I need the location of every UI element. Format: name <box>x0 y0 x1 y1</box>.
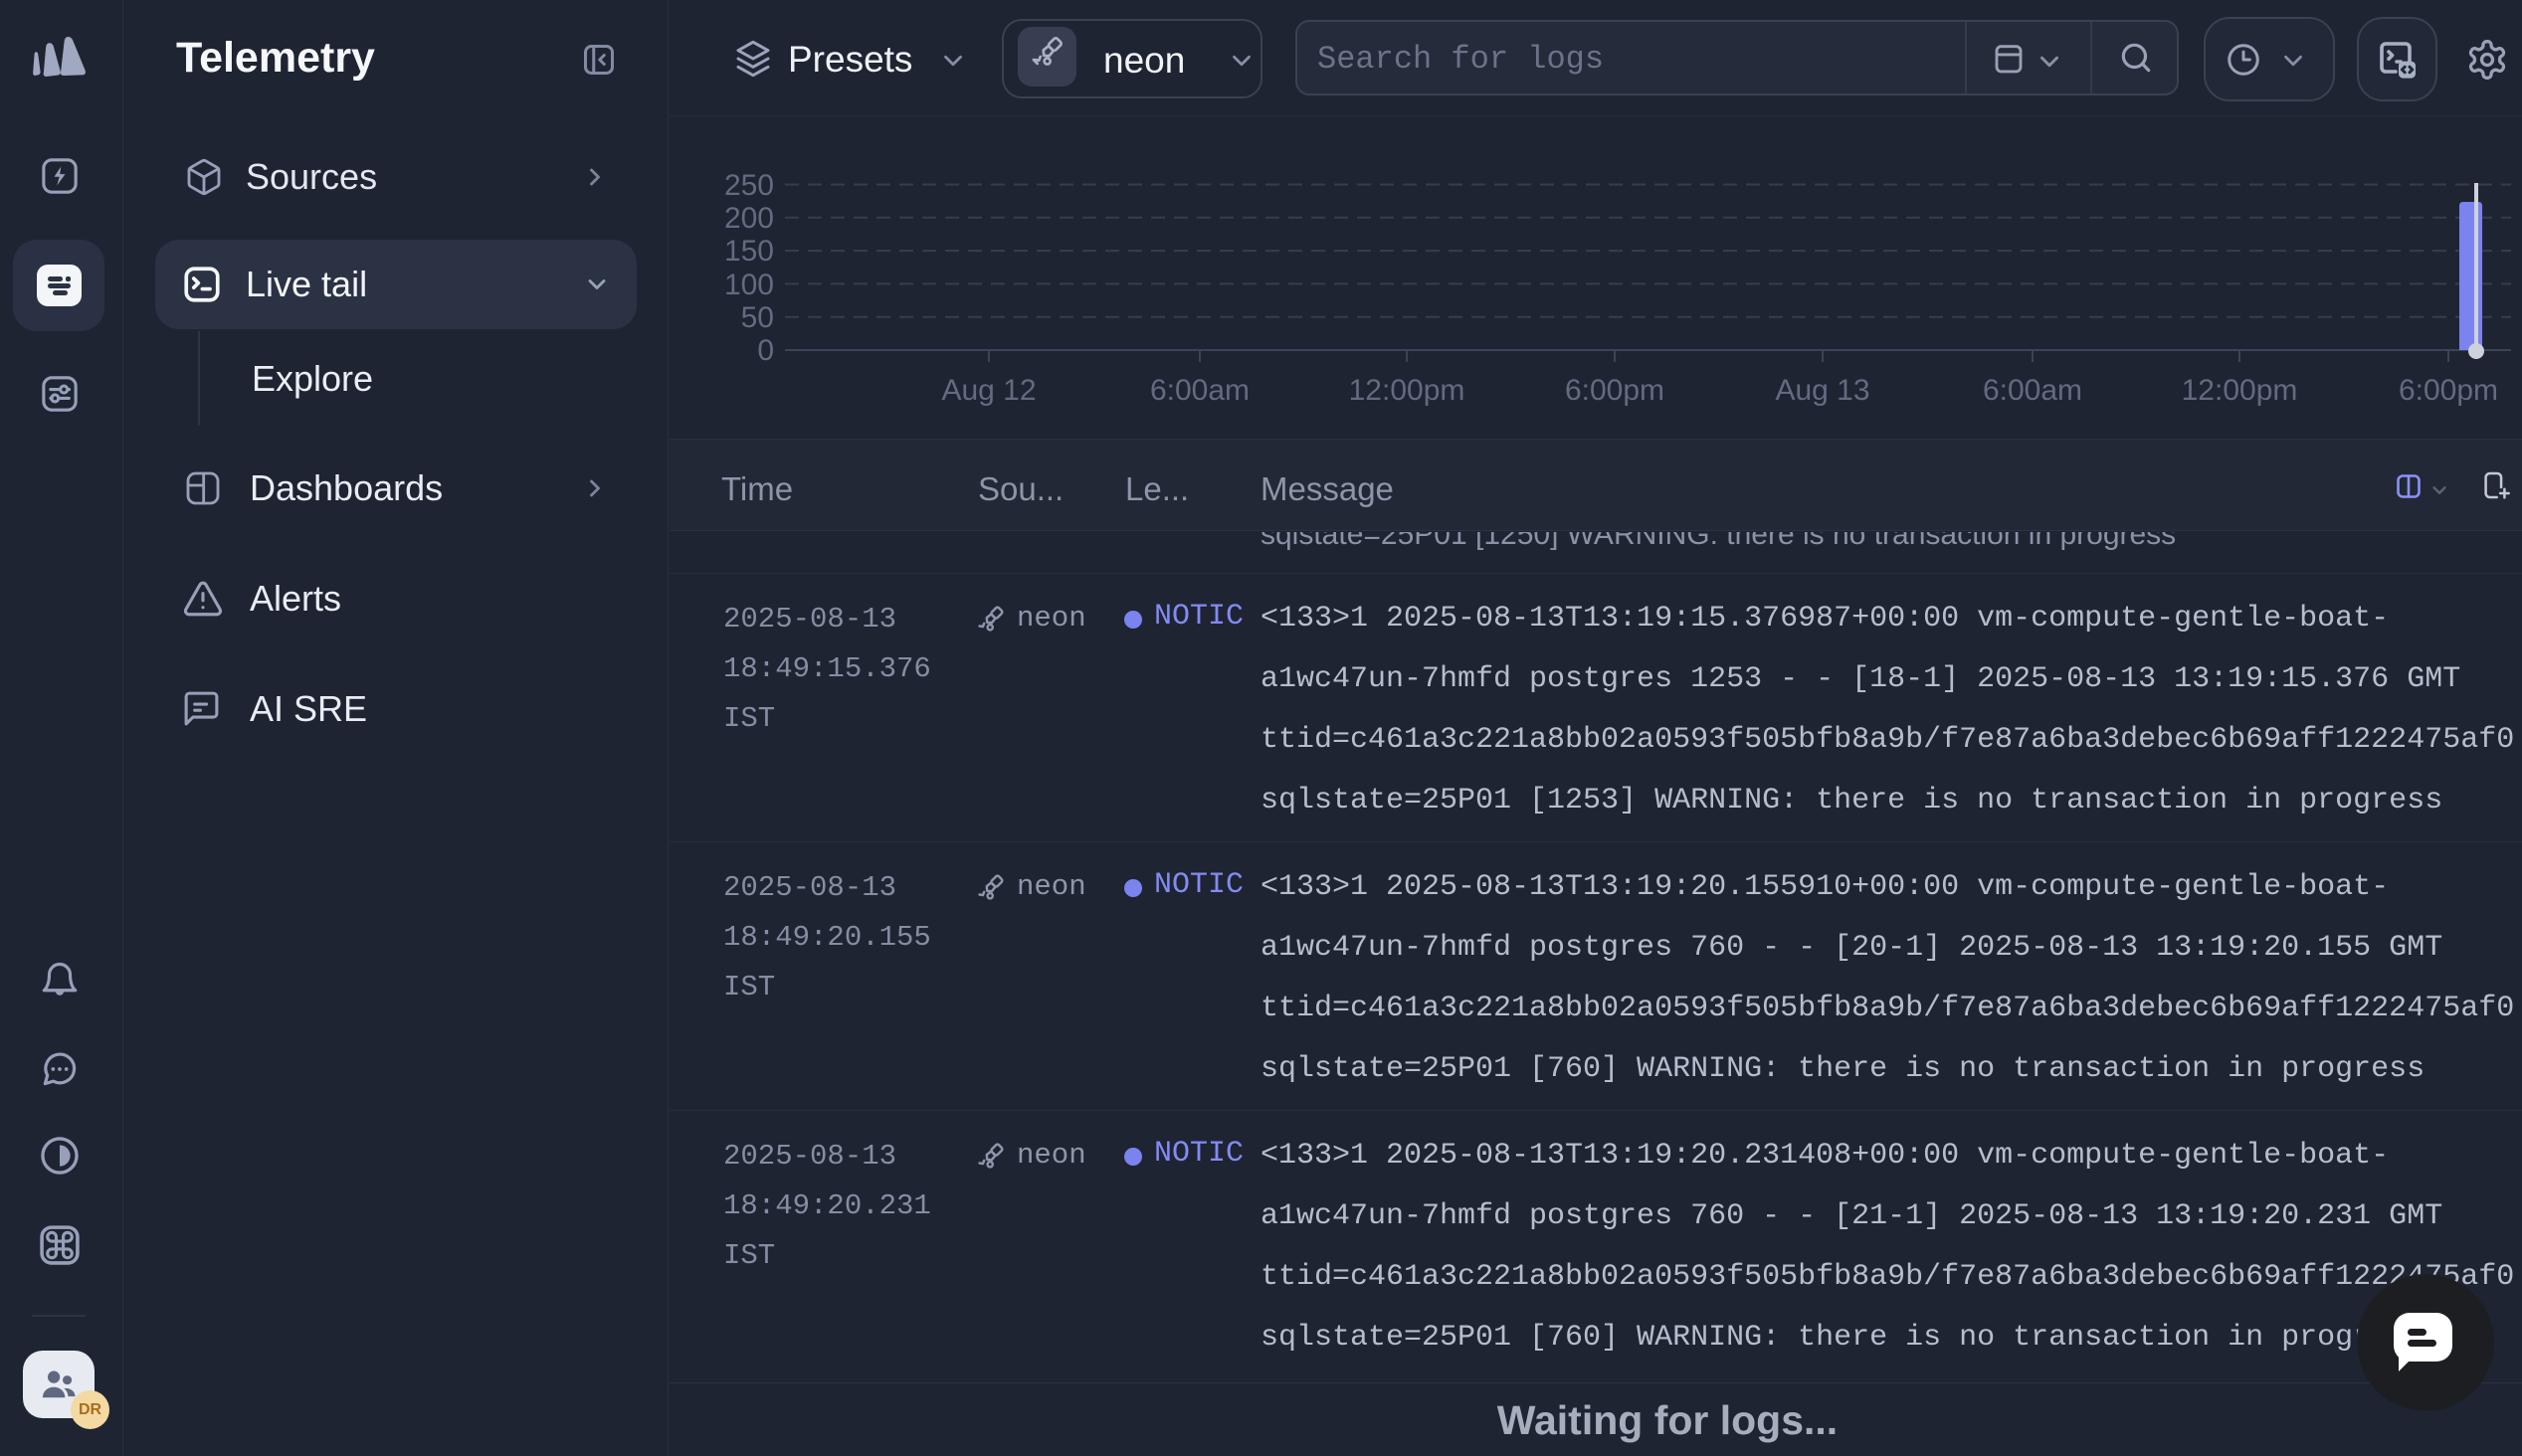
svg-text:50: 50 <box>741 301 774 334</box>
svg-text:6:00pm: 6:00pm <box>2399 374 2498 407</box>
svg-text:6:00am: 6:00am <box>1150 374 1250 407</box>
svg-text:Aug 12: Aug 12 <box>941 374 1036 407</box>
svg-text:100: 100 <box>724 269 774 301</box>
svg-text:12:00pm: 12:00pm <box>2182 374 2298 407</box>
svg-text:6:00am: 6:00am <box>1983 374 2082 407</box>
svg-text:200: 200 <box>724 202 774 235</box>
svg-text:0: 0 <box>757 334 774 367</box>
svg-text:250: 250 <box>724 169 774 202</box>
svg-text:Aug 13: Aug 13 <box>1775 374 1869 407</box>
svg-text:6:00pm: 6:00pm <box>1565 374 1664 407</box>
svg-text:12:00pm: 12:00pm <box>1349 374 1465 407</box>
svg-text:150: 150 <box>724 235 774 268</box>
